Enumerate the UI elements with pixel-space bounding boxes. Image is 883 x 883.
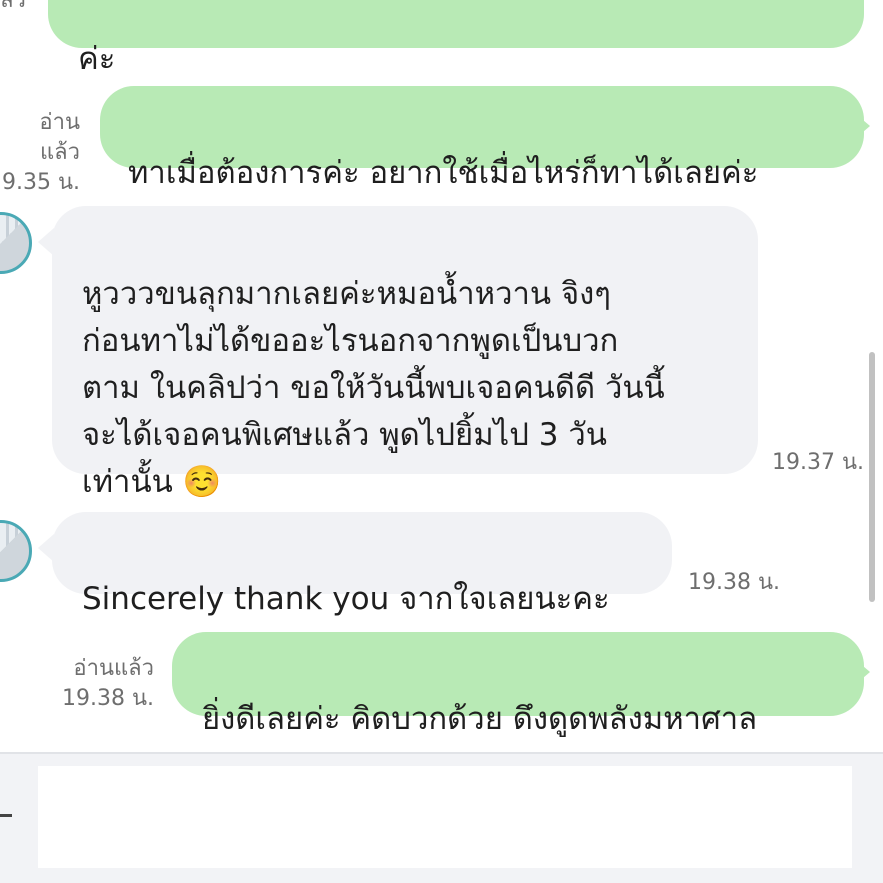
read-status: อ่านแล้ว 9.35 น. bbox=[0, 108, 80, 198]
message-time: 19.38 น. bbox=[687, 570, 780, 595]
bubble-tail bbox=[856, 114, 870, 138]
message-time: 9.35 น. bbox=[1, 170, 80, 195]
message-text: ทาเมื่อต้องการค่ะ อยากใช้เมื่อไหร่ก็ทาได… bbox=[128, 155, 759, 191]
message-composer bbox=[0, 752, 883, 883]
bubble-tail bbox=[856, 660, 870, 684]
message-text: ค่ะ bbox=[78, 41, 116, 77]
read-status: อ่านแล้ว 19.38 น. bbox=[40, 654, 154, 714]
message-bubble-outgoing[interactable]: ค่ะ bbox=[48, 0, 864, 77]
message-text: ยิ่งดีเลยค่ะ คิดบวกด้วย ดึงดูดพลังมหาศาล bbox=[202, 701, 758, 737]
message-input[interactable] bbox=[38, 766, 852, 868]
read-label: อ่านแล้ว bbox=[73, 656, 154, 681]
message-bubble-incoming[interactable]: Sincerely thank you จากใจเลยนะคะ bbox=[52, 512, 672, 617]
avatar[interactable] bbox=[0, 212, 32, 274]
minus-icon[interactable] bbox=[0, 814, 12, 817]
read-label: อ่านแล้ว bbox=[39, 110, 80, 165]
message-bubble-outgoing[interactable]: ยิ่งดีเลยค่ะ คิดบวกด้วย ดึงดูดพลังมหาศาล bbox=[172, 632, 864, 737]
read-label: ล้ว bbox=[0, 0, 26, 13]
scrollbar[interactable] bbox=[869, 352, 875, 602]
message-time: 19.37 น. bbox=[771, 450, 864, 475]
avatar[interactable] bbox=[0, 520, 32, 582]
message-text: Sincerely thank you จากใจเลยนะคะ bbox=[82, 581, 610, 617]
message-bubble-outgoing[interactable]: ทาเมื่อต้องการค่ะ อยากใช้เมื่อไหร่ก็ทาได… bbox=[100, 86, 864, 191]
message-bubble-incoming[interactable]: หูวววขนลุกมากเลยค่ะหมอน้ำหวาน จิงๆ ก่อนท… bbox=[52, 206, 758, 500]
read-status: ล้ว bbox=[0, 0, 40, 16]
chat-area[interactable]: ล้ว ค่ะ อ่านแล้ว 9.35 น. ทาเมื่อต้องการค… bbox=[0, 0, 883, 752]
message-text: หูวววขนลุกมากเลยค่ะหมอน้ำหวาน จิงๆ ก่อนท… bbox=[82, 276, 665, 500]
message-time: 19.38 น. bbox=[61, 686, 154, 711]
